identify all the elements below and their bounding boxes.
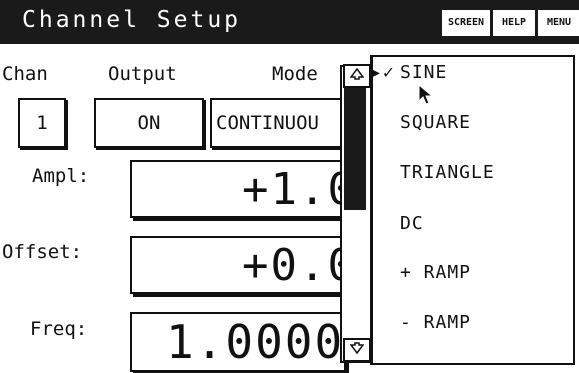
mode-label: Mode bbox=[272, 63, 318, 85]
menu-item-sine[interactable]: SINE bbox=[400, 62, 447, 83]
offset-field[interactable]: +0.0 bbox=[130, 236, 346, 294]
ampl-value: +1.0 bbox=[242, 163, 346, 215]
menu-item-plus-ramp[interactable]: + RAMP bbox=[400, 262, 471, 283]
menu-item-triangle[interactable]: TRIANGLE bbox=[400, 162, 495, 183]
scroll-down-button[interactable] bbox=[343, 338, 371, 362]
channel-selector[interactable]: 1 bbox=[18, 98, 66, 148]
offset-label: Offset: bbox=[2, 241, 83, 263]
window-title: Channel Setup bbox=[22, 7, 242, 33]
offset-value: +0.0 bbox=[242, 239, 346, 291]
freq-value: 1.00000 bbox=[166, 315, 345, 369]
freq-field[interactable]: 1.00000 bbox=[130, 312, 346, 372]
menu-item-square[interactable]: SQUARE bbox=[400, 112, 471, 133]
output-toggle[interactable]: ON bbox=[94, 98, 204, 148]
mouse-pointer-icon bbox=[418, 83, 434, 110]
screen-button[interactable]: SCREEN bbox=[442, 10, 490, 36]
help-button[interactable]: HELP bbox=[493, 10, 535, 36]
scroll-up-button[interactable] bbox=[343, 64, 371, 88]
output-label: Output bbox=[108, 63, 177, 85]
ampl-label: Ampl: bbox=[32, 165, 90, 187]
menu-button[interactable]: MENU bbox=[538, 10, 579, 36]
down-arrow-icon bbox=[349, 342, 365, 358]
menu-item-minus-ramp[interactable]: - RAMP bbox=[400, 312, 471, 333]
menu-item-dc[interactable]: DC bbox=[400, 213, 424, 234]
freq-label: Freq: bbox=[30, 318, 88, 340]
ampl-field[interactable]: +1.0 bbox=[130, 160, 346, 218]
mode-select[interactable]: CONTINUOU bbox=[210, 98, 350, 148]
selected-marker-icon: ▸✓ bbox=[371, 62, 395, 83]
up-arrow-icon bbox=[349, 67, 365, 84]
scrollbar-thumb[interactable] bbox=[344, 88, 366, 210]
chan-label: Chan bbox=[2, 63, 48, 85]
